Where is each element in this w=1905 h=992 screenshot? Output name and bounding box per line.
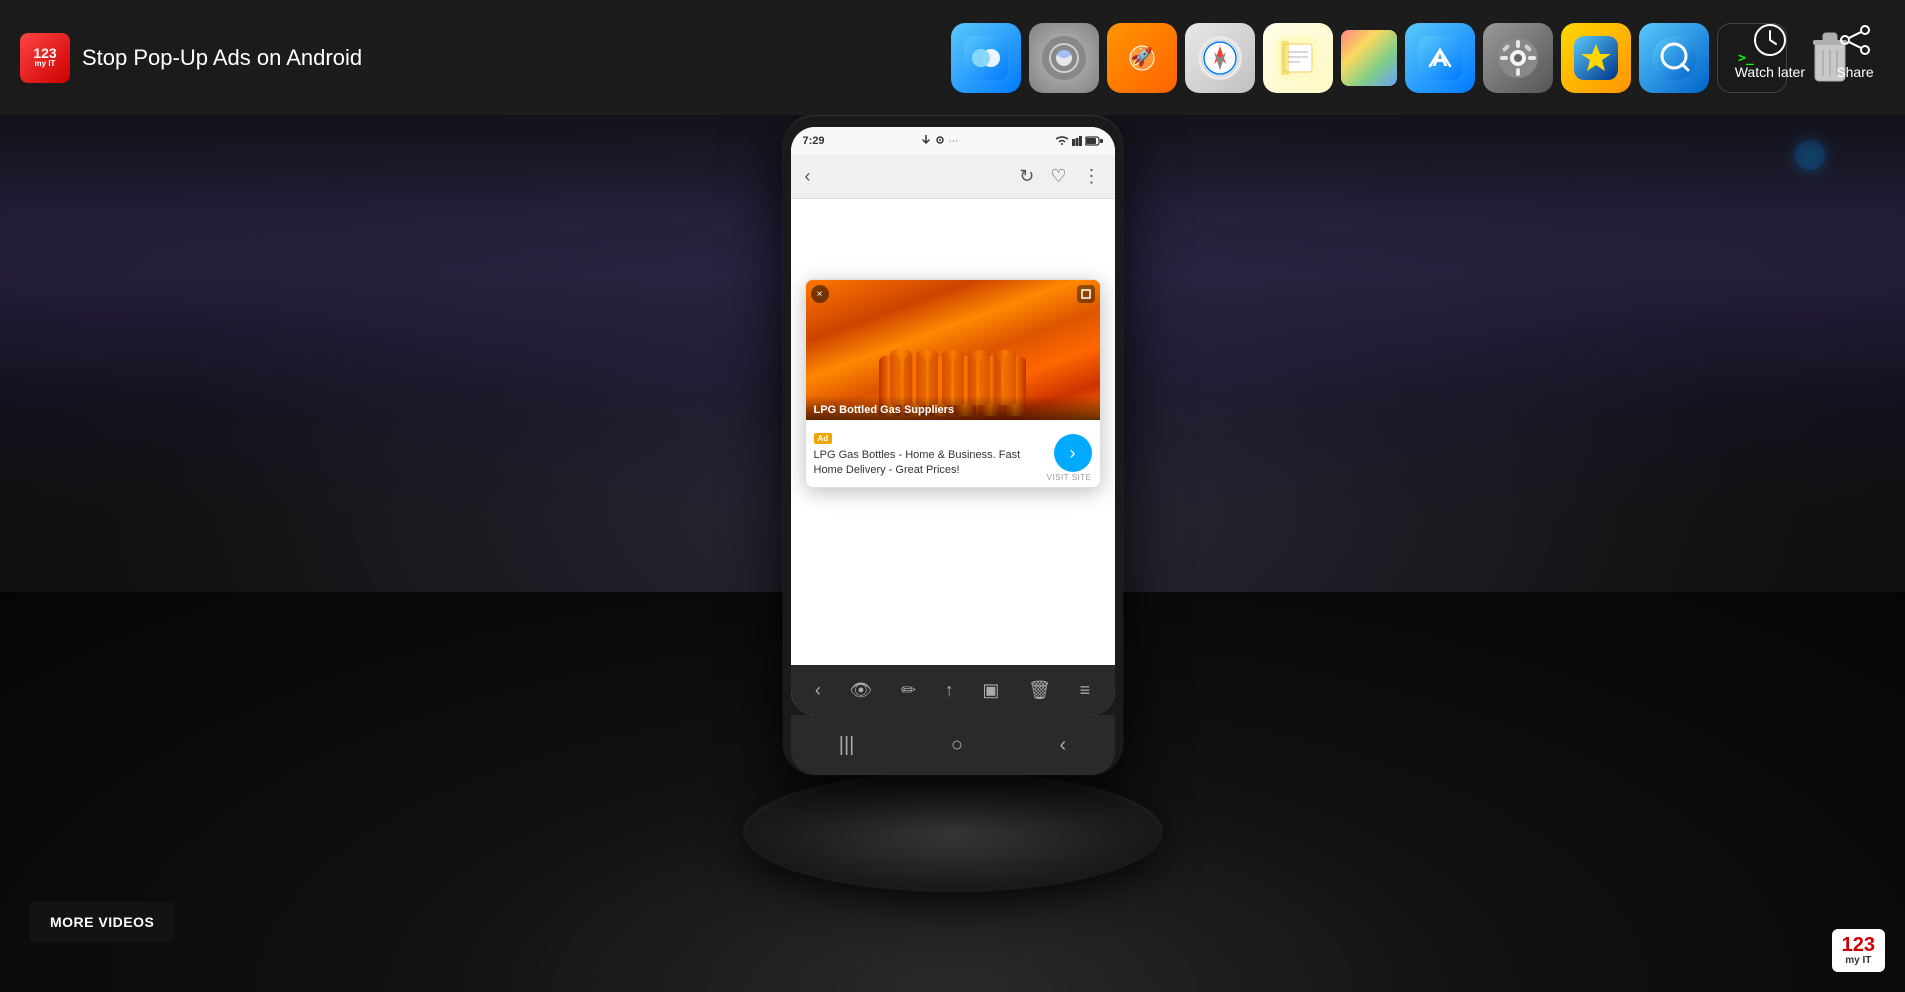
- dock-icon-appstore[interactable]: A: [1405, 23, 1475, 93]
- ad-visit-site-label: VISIT SITE: [1047, 473, 1092, 482]
- ad-image: LPG Bottled Gas Suppliers: [806, 280, 1100, 420]
- status-download-icon: ⋯: [921, 135, 959, 147]
- ad-description: LPG Gas Bottles - Home & Business. Fast …: [814, 448, 1042, 479]
- ad-expand-button[interactable]: [1077, 285, 1095, 303]
- browser-content: ×: [791, 199, 1115, 665]
- taskbar: 123 my IT Stop Pop-Up Ads on Android: [0, 0, 1905, 115]
- top-right-controls: Watch later Share: [1705, 0, 1905, 100]
- back-nav-icon[interactable]: ‹: [815, 680, 821, 700]
- video-title: Stop Pop-Up Ads on Android: [82, 45, 362, 71]
- watch-later-icon: [1750, 20, 1790, 60]
- phone-screen: 7:29 ⋯ ‹ ↻ ♡ ⋮ ×: [791, 127, 1115, 715]
- channel-watermark: 123 my IT: [1832, 929, 1885, 972]
- ad-close-button[interactable]: ×: [811, 285, 829, 303]
- ad-badge: Ad: [814, 433, 833, 444]
- view-icon[interactable]: 👁: [849, 680, 872, 701]
- ad-cta-button[interactable]: ›: [1054, 434, 1092, 472]
- watermark-box: 123 my IT: [1832, 929, 1885, 972]
- logo-number: 123: [33, 46, 56, 60]
- watermark-subtitle: my IT: [1845, 955, 1871, 966]
- dock-icon-quicktime[interactable]: [1639, 23, 1709, 93]
- dock-icon-siri[interactable]: [1029, 23, 1099, 93]
- menu-icon[interactable]: ≡: [1080, 680, 1091, 701]
- more-icon[interactable]: ⋮: [1083, 166, 1101, 187]
- dock-icon-system-preferences[interactable]: [1483, 23, 1553, 93]
- ad-title-text: LPG Bottled Gas Suppliers: [814, 404, 955, 416]
- svg-text:🚀: 🚀: [1131, 46, 1153, 67]
- more-videos-button[interactable]: MORE VIDEOS: [30, 902, 174, 942]
- status-right-icons: [1055, 136, 1103, 146]
- camera-icon[interactable]: ▣: [982, 680, 999, 701]
- ad-body: Ad LPG Gas Bottles - Home & Business. Fa…: [806, 420, 1100, 487]
- android-phone: 7:29 ⋯ ‹ ↻ ♡ ⋮ ×: [783, 115, 1123, 775]
- dock-icon-launchpad[interactable]: 🚀: [1107, 23, 1177, 93]
- delete-icon[interactable]: 🗑: [1028, 680, 1051, 701]
- back-nav-button[interactable]: ‹: [1060, 734, 1067, 757]
- heart-icon[interactable]: ♡: [1050, 166, 1066, 187]
- dock-icon-imovie[interactable]: [1561, 23, 1631, 93]
- refresh-icon[interactable]: ↻: [1019, 166, 1034, 187]
- ad-title-overlay: LPG Bottled Gas Suppliers: [806, 396, 1100, 420]
- status-extras: ⋯: [949, 136, 959, 147]
- dock-icon-safari[interactable]: [1185, 23, 1255, 93]
- ad-popup: ×: [805, 279, 1101, 488]
- share-label: Share: [1836, 64, 1873, 80]
- recent-apps-icon[interactable]: |||: [839, 734, 855, 757]
- share-icon: [1835, 20, 1875, 60]
- wireless-charger: [743, 772, 1163, 892]
- dock-icon-finder[interactable]: [951, 23, 1021, 93]
- dock-icon-notes[interactable]: [1263, 23, 1333, 93]
- phone-nav-bar: ||| ○ ‹: [791, 715, 1115, 775]
- share-toolbar-icon[interactable]: ↑: [945, 680, 954, 701]
- logo-subtitle: my IT: [35, 60, 56, 69]
- watch-later-button[interactable]: Watch later: [1735, 20, 1805, 80]
- watch-later-label: Watch later: [1735, 64, 1805, 80]
- edit-icon[interactable]: ✏: [901, 680, 916, 701]
- channel-logo: 123 my IT: [20, 33, 70, 83]
- dock-icon-photos[interactable]: [1341, 30, 1397, 86]
- app-toolbar: ‹ 👁 ✏ ↑ ▣ 🗑 ≡: [791, 665, 1115, 715]
- browser-app-bar: ‹ ↻ ♡ ⋮: [791, 155, 1115, 199]
- back-button[interactable]: ‹: [805, 166, 811, 187]
- share-button[interactable]: Share: [1835, 20, 1875, 80]
- status-bar: 7:29 ⋯: [791, 127, 1115, 155]
- status-time: 7:29: [803, 135, 825, 147]
- app-bar-icons: ↻ ♡ ⋮: [1019, 166, 1100, 187]
- home-icon[interactable]: ○: [951, 734, 963, 757]
- taskbar-left: 123 my IT Stop Pop-Up Ads on Android: [20, 33, 931, 83]
- watermark-number: 123: [1842, 935, 1875, 955]
